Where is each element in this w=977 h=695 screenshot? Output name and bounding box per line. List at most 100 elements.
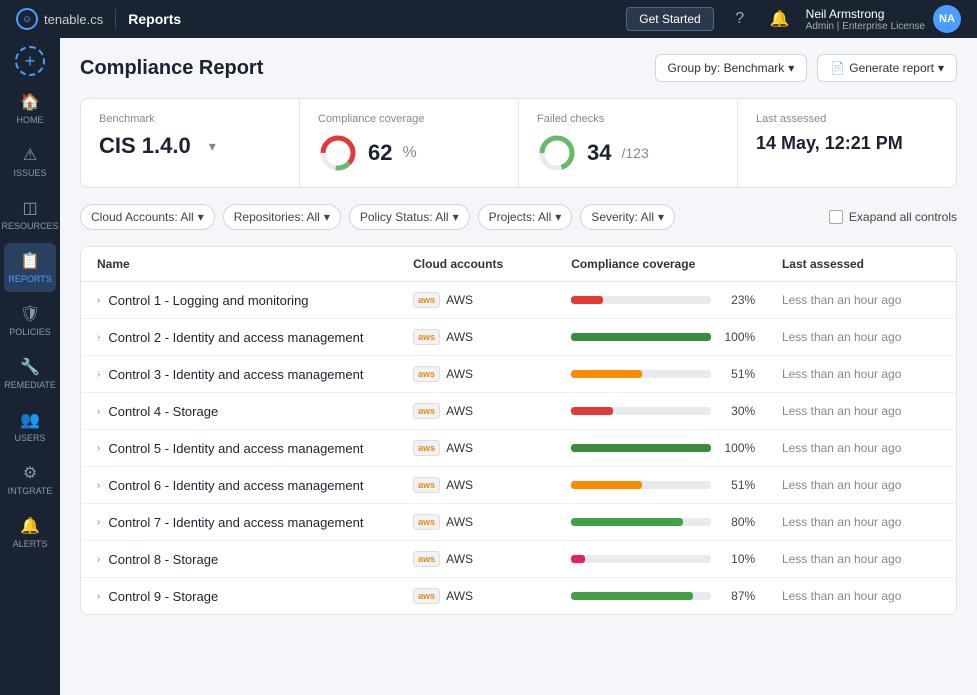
compliance-value: 62 % bbox=[318, 133, 500, 173]
th-coverage: Compliance coverage bbox=[571, 257, 782, 271]
row-coverage-2: 51% bbox=[571, 367, 782, 381]
user-role: Admin | Enterprise License bbox=[806, 21, 925, 32]
aws-badge-0: aws bbox=[413, 292, 440, 308]
table-header: Name Cloud accounts Compliance coverage … bbox=[81, 247, 956, 282]
bar-track-4 bbox=[571, 444, 711, 452]
user-name: Neil Armstrong bbox=[806, 7, 925, 21]
table-row: › Control 6 - Identity and access manage… bbox=[81, 467, 956, 504]
row-assessed-8: Less than an hour ago bbox=[782, 589, 940, 603]
failed-value: 34 /123 bbox=[537, 133, 719, 173]
table-row: › Control 3 - Identity and access manage… bbox=[81, 356, 956, 393]
aws-badge-8: aws bbox=[413, 588, 440, 604]
row-assessed-5: Less than an hour ago bbox=[782, 478, 940, 492]
sidebar-item-issues[interactable]: ⚠ ISSUES bbox=[4, 137, 56, 186]
bar-track-0 bbox=[571, 296, 711, 304]
th-assessed: Last assessed bbox=[782, 257, 940, 271]
row-assessed-4: Less than an hour ago bbox=[782, 441, 940, 455]
summary-cards: Benchmark CIS 1.4.0 ▾ Compliance coverag… bbox=[80, 98, 957, 188]
bar-track-1 bbox=[571, 333, 711, 341]
table-row: › Control 8 - Storage aws AWS 10% Less t… bbox=[81, 541, 956, 578]
row-expand-4[interactable]: › bbox=[97, 443, 100, 454]
sidebar-label-resources: RESOURCES bbox=[2, 221, 59, 231]
last-assessed-value: 14 May, 12:21 PM bbox=[756, 133, 938, 154]
bar-fill-0 bbox=[571, 296, 603, 304]
row-expand-0[interactable]: › bbox=[97, 295, 100, 306]
sidebar-item-resources[interactable]: ◫ RESOURCES bbox=[4, 190, 56, 239]
generate-report-button[interactable]: 📄 Generate report ▾ bbox=[817, 54, 957, 82]
filters-bar: Cloud Accounts: All ▾ Repositories: All … bbox=[80, 204, 957, 230]
sidebar-label-home: HOME bbox=[17, 115, 44, 125]
row-expand-6[interactable]: › bbox=[97, 517, 100, 528]
filter-policy-status[interactable]: Policy Status: All ▾ bbox=[349, 204, 470, 230]
sidebar-item-integrate[interactable]: ⚙ INTGRATE bbox=[4, 455, 56, 504]
row-cloud-6: aws AWS bbox=[413, 514, 571, 530]
main-content: Compliance Report Group by: Benchmark ▾ … bbox=[60, 38, 977, 695]
sidebar-label-users: USERS bbox=[14, 433, 45, 443]
expand-all-checkbox[interactable] bbox=[829, 210, 843, 224]
sidebar-label-policies: POLICIES bbox=[9, 327, 51, 337]
row-expand-5[interactable]: › bbox=[97, 480, 100, 491]
table-row: › Control 4 - Storage aws AWS 30% Less t… bbox=[81, 393, 956, 430]
th-cloud: Cloud accounts bbox=[413, 257, 571, 271]
sidebar-item-reports[interactable]: 📋 REPORTS bbox=[4, 243, 56, 292]
row-name-8: › Control 9 - Storage bbox=[97, 589, 413, 604]
row-name-0: › Control 1 - Logging and monitoring bbox=[97, 293, 413, 308]
help-icon[interactable]: ? bbox=[726, 5, 754, 33]
row-expand-3[interactable]: › bbox=[97, 406, 100, 417]
row-expand-7[interactable]: › bbox=[97, 554, 100, 565]
expand-all-control[interactable]: Exapand all controls bbox=[829, 210, 957, 224]
row-coverage-3: 30% bbox=[571, 404, 782, 418]
group-by-label: Group by: Benchmark bbox=[668, 61, 785, 75]
filter-repositories[interactable]: Repositories: All ▾ bbox=[223, 204, 341, 230]
benchmark-dropdown-icon[interactable]: ▾ bbox=[209, 138, 216, 155]
pct-label-4: 100% bbox=[719, 441, 755, 455]
sidebar-label-remediate: REMEDIATE bbox=[4, 380, 56, 390]
benchmark-card: Benchmark CIS 1.4.0 ▾ bbox=[81, 99, 300, 187]
integrate-icon: ⚙ bbox=[23, 463, 37, 483]
notifications-icon[interactable]: 🔔 bbox=[766, 5, 794, 33]
page-header: Compliance Report Group by: Benchmark ▾ … bbox=[80, 54, 957, 82]
sidebar-item-users[interactable]: 👥 USERS bbox=[4, 402, 56, 451]
row-cloud-5: aws AWS bbox=[413, 477, 571, 493]
table-row: › Control 2 - Identity and access manage… bbox=[81, 319, 956, 356]
table-row: › Control 7 - Identity and access manage… bbox=[81, 504, 956, 541]
sidebar-item-policies[interactable]: 🛡 POLICIES bbox=[4, 296, 56, 345]
add-button[interactable]: + bbox=[15, 46, 45, 76]
page-title: Compliance Report bbox=[80, 57, 263, 80]
row-assessed-3: Less than an hour ago bbox=[782, 404, 940, 418]
logo-text: tenable.cs bbox=[44, 12, 103, 27]
group-by-button[interactable]: Group by: Benchmark ▾ bbox=[655, 54, 808, 82]
filter-projects[interactable]: Projects: All ▾ bbox=[478, 204, 573, 230]
row-expand-2[interactable]: › bbox=[97, 369, 100, 380]
pct-label-1: 100% bbox=[719, 330, 755, 344]
row-name-6: › Control 7 - Identity and access manage… bbox=[97, 515, 413, 530]
compliance-table: Name Cloud accounts Compliance coverage … bbox=[80, 246, 957, 615]
row-expand-1[interactable]: › bbox=[97, 332, 100, 343]
sidebar-item-remediate[interactable]: 🔧 REMEDIATE bbox=[4, 349, 56, 398]
group-by-chevron: ▾ bbox=[788, 61, 794, 75]
row-coverage-5: 51% bbox=[571, 478, 782, 492]
last-assessed-label: Last assessed bbox=[756, 113, 938, 125]
filter-severity[interactable]: Severity: All ▾ bbox=[580, 204, 675, 230]
top-nav: ⊙ tenable.cs Reports Get Started ? 🔔 Nei… bbox=[0, 0, 977, 38]
bar-track-6 bbox=[571, 518, 711, 526]
sidebar-item-alerts[interactable]: 🔔 ALERTS bbox=[4, 508, 56, 557]
row-coverage-7: 10% bbox=[571, 552, 782, 566]
bar-fill-1 bbox=[571, 333, 711, 341]
filter-cloud-accounts[interactable]: Cloud Accounts: All ▾ bbox=[80, 204, 215, 230]
compliance-label: Compliance coverage bbox=[318, 113, 500, 125]
bar-fill-3 bbox=[571, 407, 613, 415]
row-expand-8[interactable]: › bbox=[97, 591, 100, 602]
pct-label-5: 51% bbox=[719, 478, 755, 492]
compliance-unit: % bbox=[402, 144, 416, 162]
last-assessed-card: Last assessed 14 May, 12:21 PM bbox=[738, 99, 956, 187]
sidebar-label-alerts: ALERTS bbox=[13, 539, 48, 549]
row-name-5: › Control 6 - Identity and access manage… bbox=[97, 478, 413, 493]
get-started-button[interactable]: Get Started bbox=[626, 7, 713, 31]
row-assessed-2: Less than an hour ago bbox=[782, 367, 940, 381]
doc-icon: 📄 bbox=[830, 61, 845, 75]
generate-label: Generate report bbox=[849, 61, 934, 75]
bar-fill-7 bbox=[571, 555, 585, 563]
sidebar-label-issues: ISSUES bbox=[13, 168, 46, 178]
sidebar-item-home[interactable]: 🏠 HOME bbox=[4, 84, 56, 133]
